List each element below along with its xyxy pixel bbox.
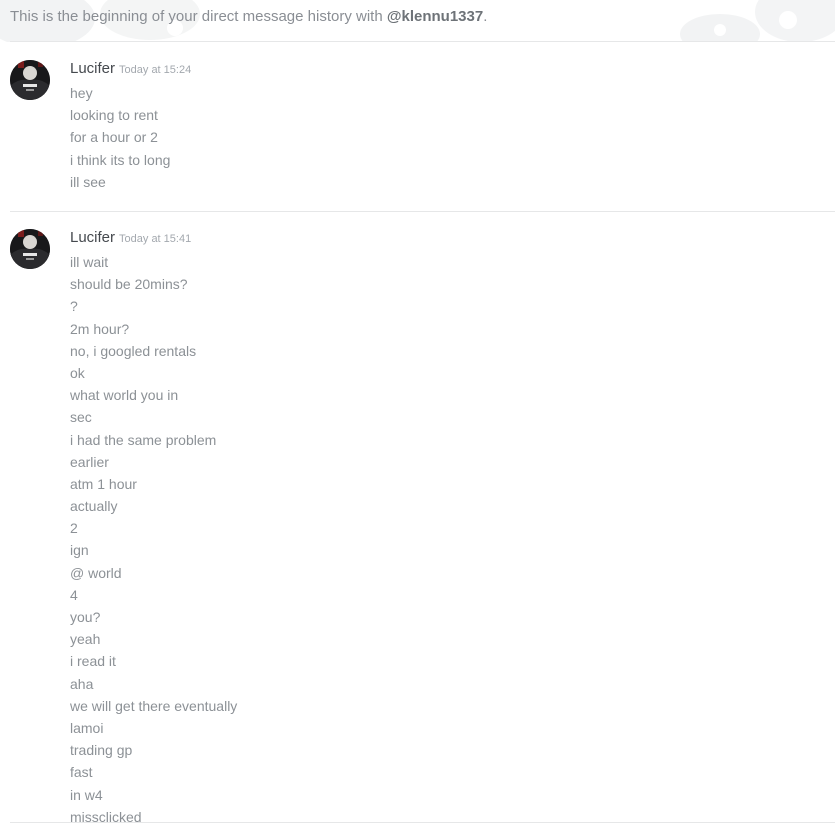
message-line: should be 20mins? [70,276,188,293]
message-header: Lucifer Today at 15:41 [70,229,191,247]
message-line: ok [70,364,85,381]
username[interactable]: Lucifer [70,60,115,77]
message-line: ill wait [70,254,109,270]
message-line: we will get there eventually [70,697,238,714]
message-line: trading gp [70,742,133,759]
watermark-decoration-right [680,0,835,42]
message-line: atm 1 hour [70,475,137,492]
message-line: 4 [70,586,78,603]
message-line: what world you in [70,387,179,404]
message-line: in w4 [70,786,103,803]
avatar[interactable] [10,60,50,100]
message-line: ign [70,542,89,559]
divider [10,822,835,823]
message-line: ill see [70,173,106,190]
message-line: lamoi [70,719,104,736]
message-line: @ world [70,564,122,581]
message-header: Lucifer Today at 15:24 [70,60,191,78]
intro-suffix: . [483,8,488,25]
message-line: for a hour or 2 [70,129,158,146]
username[interactable]: Lucifer [70,229,115,246]
message-line: i read it [70,653,116,670]
message-line: 2 [70,520,78,537]
message-line: no, i googled rentals [70,342,197,359]
message-line: aha [70,675,94,692]
timestamp: Today at 15:24 [119,64,192,76]
avatar[interactable] [10,229,50,269]
message-line: you? [70,609,101,625]
message-line: yeah [70,631,101,648]
message-line: hey [70,85,93,101]
intro-username-mention[interactable]: @klennu1337 [387,8,483,25]
dm-history-intro: This is the beginning of your direct mes… [10,8,487,25]
message-line: fast [70,764,93,781]
divider [10,211,835,212]
divider [10,41,835,42]
message-line: sec [70,409,92,426]
message-line: 2m hour? [70,320,130,337]
message-lines: ill wait should be 20mins? ? 2m hour? no… [70,251,237,828]
message-line: i had the same problem [70,431,217,448]
message-line: earlier [70,453,109,470]
message-line: actually [70,498,118,515]
timestamp: Today at 15:41 [119,233,192,245]
message-line: ? [70,298,78,315]
message-line: i think its to long [70,151,171,168]
intro-text: This is the beginning of your direct mes… [10,8,387,25]
message-line: missclicked [70,808,142,825]
message-line: looking to rent [70,107,158,124]
message-lines: hey looking to rent for a hour or 2 i th… [70,82,170,193]
